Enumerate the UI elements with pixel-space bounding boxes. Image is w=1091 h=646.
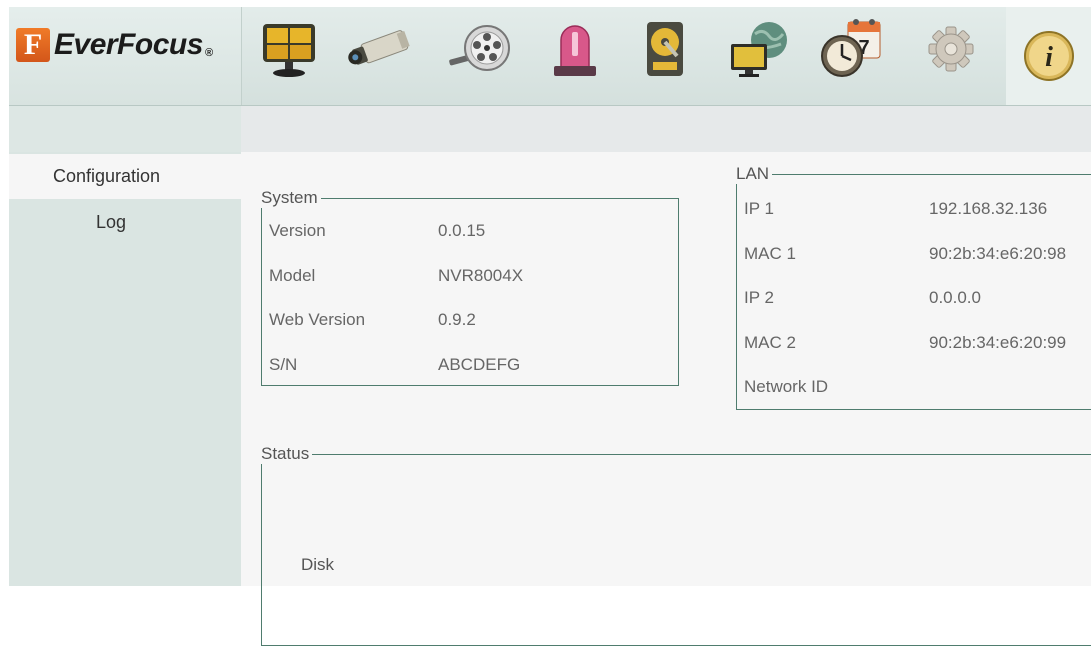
- sidebar-header-strip: [9, 106, 241, 152]
- sidebar-item-label: Configuration: [53, 166, 161, 186]
- ip2-label: IP 2: [744, 288, 774, 307]
- nav-live-view-button[interactable]: [254, 13, 324, 85]
- mac1-label: MAC 1: [744, 244, 796, 263]
- hard-disk-icon: [647, 22, 683, 76]
- nav-alarm-button[interactable]: [540, 13, 610, 85]
- info-glyph: i: [1045, 42, 1053, 73]
- system-legend: System: [261, 188, 318, 207]
- playback-reel-icon: [449, 25, 510, 71]
- nav-settings-button[interactable]: [916, 13, 986, 85]
- monitor-grid-icon: [263, 24, 315, 77]
- mac1-value: 90:2b:34:e6:20:98: [929, 244, 1067, 263]
- version-value: 0.0.15: [438, 221, 486, 240]
- brand-name: EverFocus: [54, 28, 203, 61]
- toolbar-strip: [241, 106, 1091, 152]
- web-version-label: Web Version: [269, 310, 366, 329]
- info-icon: i: [1024, 31, 1074, 81]
- disk-label: Disk: [301, 555, 335, 574]
- mac2-label: MAC 2: [744, 333, 796, 352]
- mac2-value: 90:2b:34:e6:20:99: [929, 333, 1067, 352]
- model-label: Model: [269, 266, 316, 285]
- schedule-clock-icon: 7: [821, 19, 881, 77]
- main-content: System Version 0.0.15 Model NVR8004X Web…: [241, 152, 1091, 646]
- sidebar-item-label: Log: [96, 212, 127, 232]
- ip1-label: IP 1: [744, 199, 774, 218]
- web-version-value: 0.9.2: [438, 310, 476, 329]
- network-globe-icon: [731, 22, 787, 77]
- nav-network-button[interactable]: [725, 13, 795, 85]
- nav-camera-button[interactable]: [345, 13, 415, 85]
- ip2-value: 0.0.0.0: [929, 288, 981, 307]
- version-label: Version: [269, 221, 326, 240]
- logo: F EverFocus ®: [9, 7, 242, 105]
- logo-mark-letter: F: [23, 28, 43, 61]
- nav-storage-button[interactable]: [630, 13, 700, 85]
- nav-info-button[interactable]: i: [1006, 7, 1091, 105]
- registered-mark: ®: [204, 47, 213, 59]
- serial-number-label: S/N: [269, 355, 298, 374]
- nav-playback-button[interactable]: [445, 13, 515, 85]
- status-legend: Status: [261, 444, 310, 463]
- alarm-light-icon: [554, 25, 596, 76]
- status-panel: Status: [261, 444, 1091, 646]
- serial-number-value: ABCDEFG: [438, 355, 521, 374]
- lan-legend: LAN: [736, 164, 770, 183]
- sidebar-item-log[interactable]: Log: [9, 200, 241, 245]
- ip1-value: 192.168.32.136: [929, 199, 1048, 218]
- sidebar-item-configuration[interactable]: Configuration: [9, 154, 241, 199]
- nav-schedule-button[interactable]: 7: [818, 13, 888, 85]
- sidebar: Configuration Log: [9, 152, 241, 586]
- camera-icon: [348, 30, 410, 65]
- gear-icon: [928, 26, 974, 72]
- top-header: F EverFocus ® 7 i: [9, 7, 1091, 106]
- main-nav: 7 i: [250, 7, 1091, 105]
- logo-mark-icon: F: [16, 28, 50, 62]
- model-value: NVR8004X: [438, 266, 524, 285]
- network-id-label: Network ID: [744, 377, 829, 396]
